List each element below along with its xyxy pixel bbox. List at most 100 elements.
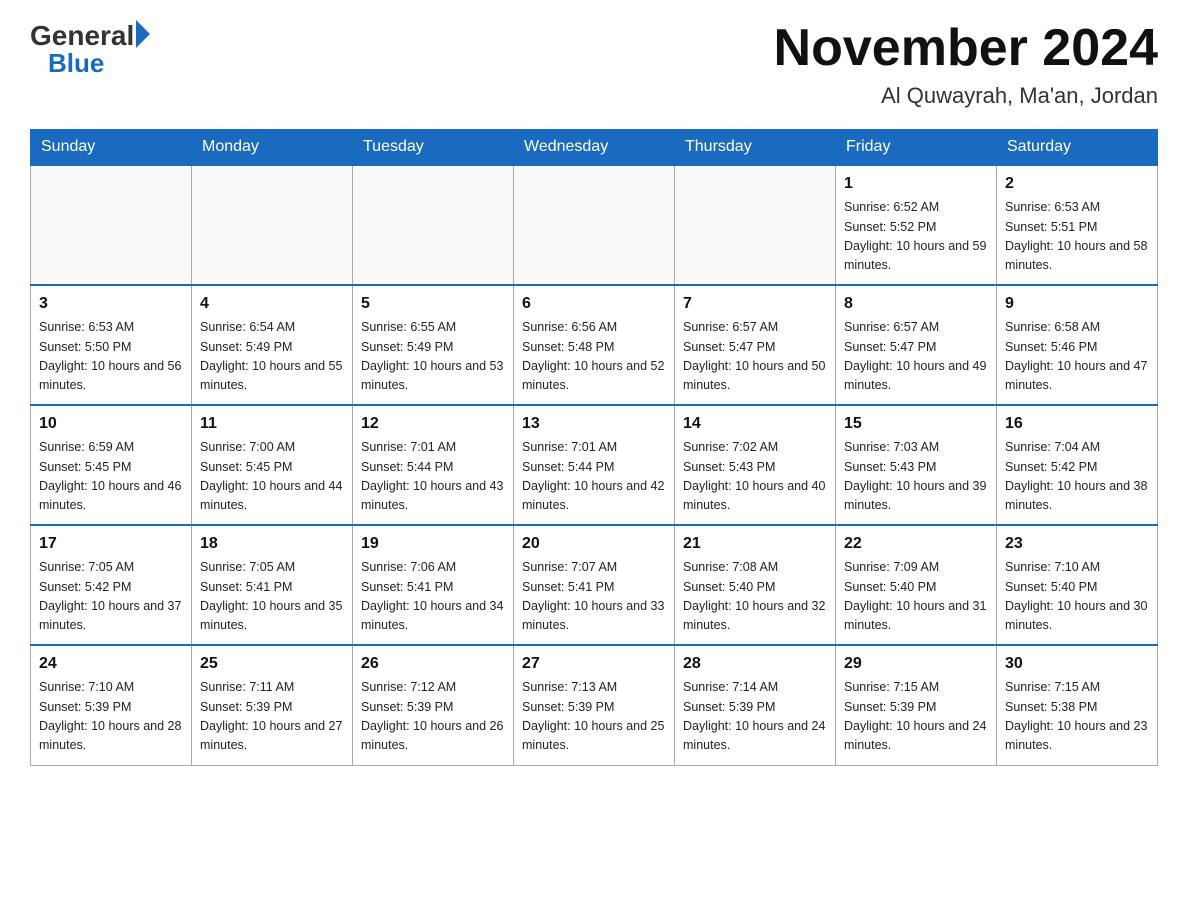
day-info: Sunrise: 6:53 AMSunset: 5:50 PMDaylight:… <box>39 318 183 396</box>
header-monday: Monday <box>192 130 353 166</box>
day-number: 20 <box>522 532 666 556</box>
day-number: 9 <box>1005 292 1149 316</box>
day-info: Sunrise: 7:15 AMSunset: 5:38 PMDaylight:… <box>1005 678 1149 756</box>
logo-triangle-icon <box>136 20 150 48</box>
day-info: Sunrise: 6:55 AMSunset: 5:49 PMDaylight:… <box>361 318 505 396</box>
cell-week2-day1: 4Sunrise: 6:54 AMSunset: 5:49 PMDaylight… <box>192 285 353 405</box>
week-row-4: 17Sunrise: 7:05 AMSunset: 5:42 PMDayligh… <box>31 525 1158 645</box>
day-number: 24 <box>39 652 183 676</box>
day-info: Sunrise: 6:57 AMSunset: 5:47 PMDaylight:… <box>844 318 988 396</box>
day-number: 23 <box>1005 532 1149 556</box>
cell-week2-day4: 7Sunrise: 6:57 AMSunset: 5:47 PMDaylight… <box>675 285 836 405</box>
header-wednesday: Wednesday <box>514 130 675 166</box>
day-number: 27 <box>522 652 666 676</box>
day-number: 13 <box>522 412 666 436</box>
month-title: November 2024 <box>774 20 1158 77</box>
cell-week3-day0: 10Sunrise: 6:59 AMSunset: 5:45 PMDayligh… <box>31 405 192 525</box>
cell-week3-day4: 14Sunrise: 7:02 AMSunset: 5:43 PMDayligh… <box>675 405 836 525</box>
day-number: 7 <box>683 292 827 316</box>
header: General Blue November 2024 Al Quwayrah, … <box>30 20 1158 109</box>
cell-week3-day5: 15Sunrise: 7:03 AMSunset: 5:43 PMDayligh… <box>836 405 997 525</box>
cell-week3-day6: 16Sunrise: 7:04 AMSunset: 5:42 PMDayligh… <box>997 405 1158 525</box>
cell-week1-day0 <box>31 165 192 285</box>
cell-week1-day5: 1Sunrise: 6:52 AMSunset: 5:52 PMDaylight… <box>836 165 997 285</box>
day-number: 16 <box>1005 412 1149 436</box>
cell-week2-day2: 5Sunrise: 6:55 AMSunset: 5:49 PMDaylight… <box>353 285 514 405</box>
day-number: 28 <box>683 652 827 676</box>
cell-week5-day0: 24Sunrise: 7:10 AMSunset: 5:39 PMDayligh… <box>31 645 192 765</box>
day-info: Sunrise: 7:05 AMSunset: 5:42 PMDaylight:… <box>39 558 183 636</box>
day-info: Sunrise: 7:12 AMSunset: 5:39 PMDaylight:… <box>361 678 505 756</box>
day-number: 30 <box>1005 652 1149 676</box>
day-number: 6 <box>522 292 666 316</box>
week-row-5: 24Sunrise: 7:10 AMSunset: 5:39 PMDayligh… <box>31 645 1158 765</box>
day-info: Sunrise: 7:06 AMSunset: 5:41 PMDaylight:… <box>361 558 505 636</box>
day-number: 15 <box>844 412 988 436</box>
cell-week4-day5: 22Sunrise: 7:09 AMSunset: 5:40 PMDayligh… <box>836 525 997 645</box>
day-info: Sunrise: 7:02 AMSunset: 5:43 PMDaylight:… <box>683 438 827 516</box>
day-number: 8 <box>844 292 988 316</box>
day-number: 11 <box>200 412 344 436</box>
cell-week2-day6: 9Sunrise: 6:58 AMSunset: 5:46 PMDaylight… <box>997 285 1158 405</box>
day-number: 18 <box>200 532 344 556</box>
cell-week4-day1: 18Sunrise: 7:05 AMSunset: 5:41 PMDayligh… <box>192 525 353 645</box>
cell-week3-day2: 12Sunrise: 7:01 AMSunset: 5:44 PMDayligh… <box>353 405 514 525</box>
cell-week1-day4 <box>675 165 836 285</box>
cell-week3-day1: 11Sunrise: 7:00 AMSunset: 5:45 PMDayligh… <box>192 405 353 525</box>
weekday-header-row: Sunday Monday Tuesday Wednesday Thursday… <box>31 130 1158 166</box>
day-number: 4 <box>200 292 344 316</box>
day-number: 2 <box>1005 172 1149 196</box>
cell-week5-day6: 30Sunrise: 7:15 AMSunset: 5:38 PMDayligh… <box>997 645 1158 765</box>
cell-week5-day3: 27Sunrise: 7:13 AMSunset: 5:39 PMDayligh… <box>514 645 675 765</box>
day-info: Sunrise: 7:15 AMSunset: 5:39 PMDaylight:… <box>844 678 988 756</box>
cell-week1-day1 <box>192 165 353 285</box>
day-number: 22 <box>844 532 988 556</box>
cell-week4-day0: 17Sunrise: 7:05 AMSunset: 5:42 PMDayligh… <box>31 525 192 645</box>
week-row-2: 3Sunrise: 6:53 AMSunset: 5:50 PMDaylight… <box>31 285 1158 405</box>
cell-week3-day3: 13Sunrise: 7:01 AMSunset: 5:44 PMDayligh… <box>514 405 675 525</box>
day-number: 5 <box>361 292 505 316</box>
day-info: Sunrise: 7:07 AMSunset: 5:41 PMDaylight:… <box>522 558 666 636</box>
day-info: Sunrise: 7:08 AMSunset: 5:40 PMDaylight:… <box>683 558 827 636</box>
logo-area: General Blue <box>30 20 150 79</box>
day-number: 14 <box>683 412 827 436</box>
cell-week1-day3 <box>514 165 675 285</box>
day-number: 25 <box>200 652 344 676</box>
day-number: 17 <box>39 532 183 556</box>
day-info: Sunrise: 7:10 AMSunset: 5:40 PMDaylight:… <box>1005 558 1149 636</box>
day-info: Sunrise: 6:53 AMSunset: 5:51 PMDaylight:… <box>1005 198 1149 276</box>
cell-week4-day4: 21Sunrise: 7:08 AMSunset: 5:40 PMDayligh… <box>675 525 836 645</box>
header-friday: Friday <box>836 130 997 166</box>
day-number: 10 <box>39 412 183 436</box>
day-info: Sunrise: 6:56 AMSunset: 5:48 PMDaylight:… <box>522 318 666 396</box>
day-number: 3 <box>39 292 183 316</box>
cell-week2-day5: 8Sunrise: 6:57 AMSunset: 5:47 PMDaylight… <box>836 285 997 405</box>
cell-week5-day5: 29Sunrise: 7:15 AMSunset: 5:39 PMDayligh… <box>836 645 997 765</box>
cell-week4-day3: 20Sunrise: 7:07 AMSunset: 5:41 PMDayligh… <box>514 525 675 645</box>
day-number: 12 <box>361 412 505 436</box>
header-tuesday: Tuesday <box>353 130 514 166</box>
day-info: Sunrise: 7:05 AMSunset: 5:41 PMDaylight:… <box>200 558 344 636</box>
cell-week5-day4: 28Sunrise: 7:14 AMSunset: 5:39 PMDayligh… <box>675 645 836 765</box>
day-info: Sunrise: 6:57 AMSunset: 5:47 PMDaylight:… <box>683 318 827 396</box>
cell-week4-day2: 19Sunrise: 7:06 AMSunset: 5:41 PMDayligh… <box>353 525 514 645</box>
header-saturday: Saturday <box>997 130 1158 166</box>
header-sunday: Sunday <box>31 130 192 166</box>
day-info: Sunrise: 7:09 AMSunset: 5:40 PMDaylight:… <box>844 558 988 636</box>
day-number: 19 <box>361 532 505 556</box>
day-info: Sunrise: 7:03 AMSunset: 5:43 PMDaylight:… <box>844 438 988 516</box>
cell-week2-day3: 6Sunrise: 6:56 AMSunset: 5:48 PMDaylight… <box>514 285 675 405</box>
day-info: Sunrise: 7:04 AMSunset: 5:42 PMDaylight:… <box>1005 438 1149 516</box>
day-number: 29 <box>844 652 988 676</box>
day-info: Sunrise: 7:10 AMSunset: 5:39 PMDaylight:… <box>39 678 183 756</box>
cell-week5-day1: 25Sunrise: 7:11 AMSunset: 5:39 PMDayligh… <box>192 645 353 765</box>
day-info: Sunrise: 7:14 AMSunset: 5:39 PMDaylight:… <box>683 678 827 756</box>
cell-week4-day6: 23Sunrise: 7:10 AMSunset: 5:40 PMDayligh… <box>997 525 1158 645</box>
day-number: 26 <box>361 652 505 676</box>
cell-week5-day2: 26Sunrise: 7:12 AMSunset: 5:39 PMDayligh… <box>353 645 514 765</box>
day-info: Sunrise: 6:59 AMSunset: 5:45 PMDaylight:… <box>39 438 183 516</box>
location-title: Al Quwayrah, Ma'an, Jordan <box>774 83 1158 109</box>
cell-week1-day6: 2Sunrise: 6:53 AMSunset: 5:51 PMDaylight… <box>997 165 1158 285</box>
cell-week1-day2 <box>353 165 514 285</box>
day-info: Sunrise: 6:58 AMSunset: 5:46 PMDaylight:… <box>1005 318 1149 396</box>
